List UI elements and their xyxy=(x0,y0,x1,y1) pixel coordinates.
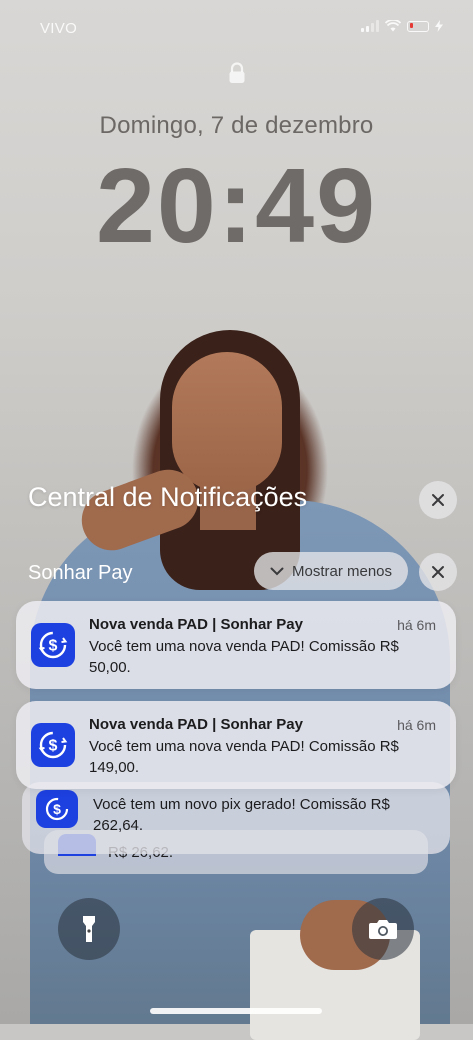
close-icon xyxy=(432,566,444,578)
app-group-name: Sonhar Pay xyxy=(28,562,133,584)
status-bar: VIVO xyxy=(0,18,473,40)
notification-card[interactable]: $ Nova venda PAD | Sonhar Pay há 6m Você… xyxy=(16,701,456,789)
notification-time: há 6m xyxy=(397,617,436,633)
lock-clock: 20:49 xyxy=(95,147,378,265)
camera-button[interactable] xyxy=(352,898,414,960)
svg-text:$: $ xyxy=(49,738,58,755)
dollar-cycle-icon: $ xyxy=(31,623,75,667)
dollar-cycle-icon: $ xyxy=(31,723,75,767)
home-indicator[interactable] xyxy=(150,1008,322,1014)
battery-icon xyxy=(407,20,429,32)
chevron-down-icon xyxy=(270,567,284,575)
camera-icon xyxy=(369,920,397,939)
notification-time: há 6m xyxy=(397,717,436,733)
signal-icon xyxy=(361,20,379,32)
close-icon xyxy=(432,494,444,506)
wifi-icon xyxy=(385,20,401,32)
charging-bolt-icon xyxy=(435,20,443,32)
wallpaper-figure-face xyxy=(172,352,282,492)
lock-date: Domingo, 7 de dezembro xyxy=(99,112,374,139)
notification-center-title: Central de Notificações xyxy=(28,482,308,512)
flashlight-button[interactable] xyxy=(58,898,120,960)
lock-icon xyxy=(229,62,245,83)
clear-group-button[interactable] xyxy=(419,553,457,591)
status-icons xyxy=(361,20,443,32)
svg-text:$: $ xyxy=(53,801,61,817)
notification-card[interactable]: $ Você tem um novo pix gerado! Comissão … xyxy=(22,782,450,854)
notification-body: Você tem uma nova venda PAD! Comissão R$… xyxy=(89,638,399,676)
svg-text:$: $ xyxy=(49,638,58,655)
notification-title: Nova venda PAD | Sonhar Pay xyxy=(89,716,303,733)
dollar-cycle-icon: $ xyxy=(36,790,78,828)
notification-body: Você tem um novo pix gerado! Comissão R$… xyxy=(93,796,390,834)
notification-body: Você tem uma nova venda PAD! Comissão R$… xyxy=(89,738,399,776)
flashlight-icon xyxy=(83,916,95,942)
notification-card[interactable]: $ Nova venda PAD | Sonhar Pay há 6m Você… xyxy=(16,601,456,689)
show-less-button[interactable]: Mostrar menos xyxy=(254,552,408,590)
notification-title: Nova venda PAD | Sonhar Pay xyxy=(89,616,303,633)
show-less-label: Mostrar menos xyxy=(291,562,393,580)
clear-all-button[interactable] xyxy=(419,481,457,519)
carrier-label: VIVO xyxy=(40,20,78,37)
